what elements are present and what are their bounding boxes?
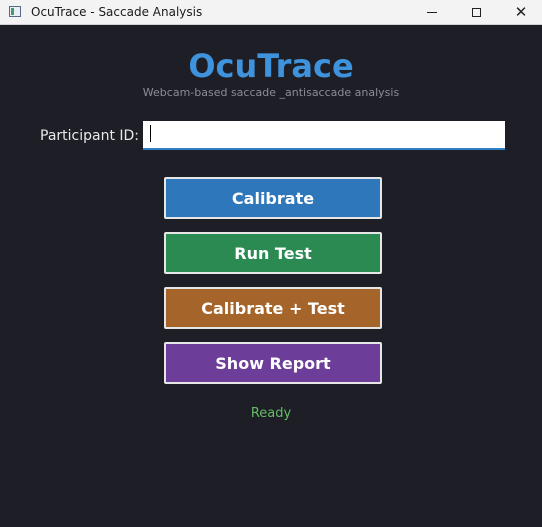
calibrate-test-button[interactable]: Calibrate + Test xyxy=(164,287,382,329)
run-test-button[interactable]: Run Test xyxy=(164,232,382,274)
show-report-button[interactable]: Show Report xyxy=(164,342,382,384)
calibrate-button[interactable]: Calibrate xyxy=(164,177,382,219)
maximize-button[interactable] xyxy=(453,0,499,25)
app-subtitle: Webcam-based saccade _antisaccade analys… xyxy=(142,86,400,99)
window-title: OcuTrace - Saccade Analysis xyxy=(31,5,203,19)
status-text: Ready xyxy=(250,406,292,421)
app-title: OcuTrace xyxy=(188,47,354,85)
app-window-icon xyxy=(9,6,21,17)
close-icon: ✕ xyxy=(514,3,528,21)
main-panel: OcuTrace Webcam-based saccade _antisacca… xyxy=(0,25,542,527)
close-button[interactable]: ✕ xyxy=(498,0,542,25)
maximize-icon xyxy=(471,8,481,17)
participant-id-label: Participant ID: xyxy=(40,128,140,144)
text-caret xyxy=(150,125,151,142)
window-titlebar: OcuTrace - Saccade Analysis ✕ xyxy=(0,0,542,25)
minimize-icon xyxy=(427,12,437,13)
participant-id-input[interactable] xyxy=(143,121,505,150)
minimize-button[interactable] xyxy=(409,0,455,25)
